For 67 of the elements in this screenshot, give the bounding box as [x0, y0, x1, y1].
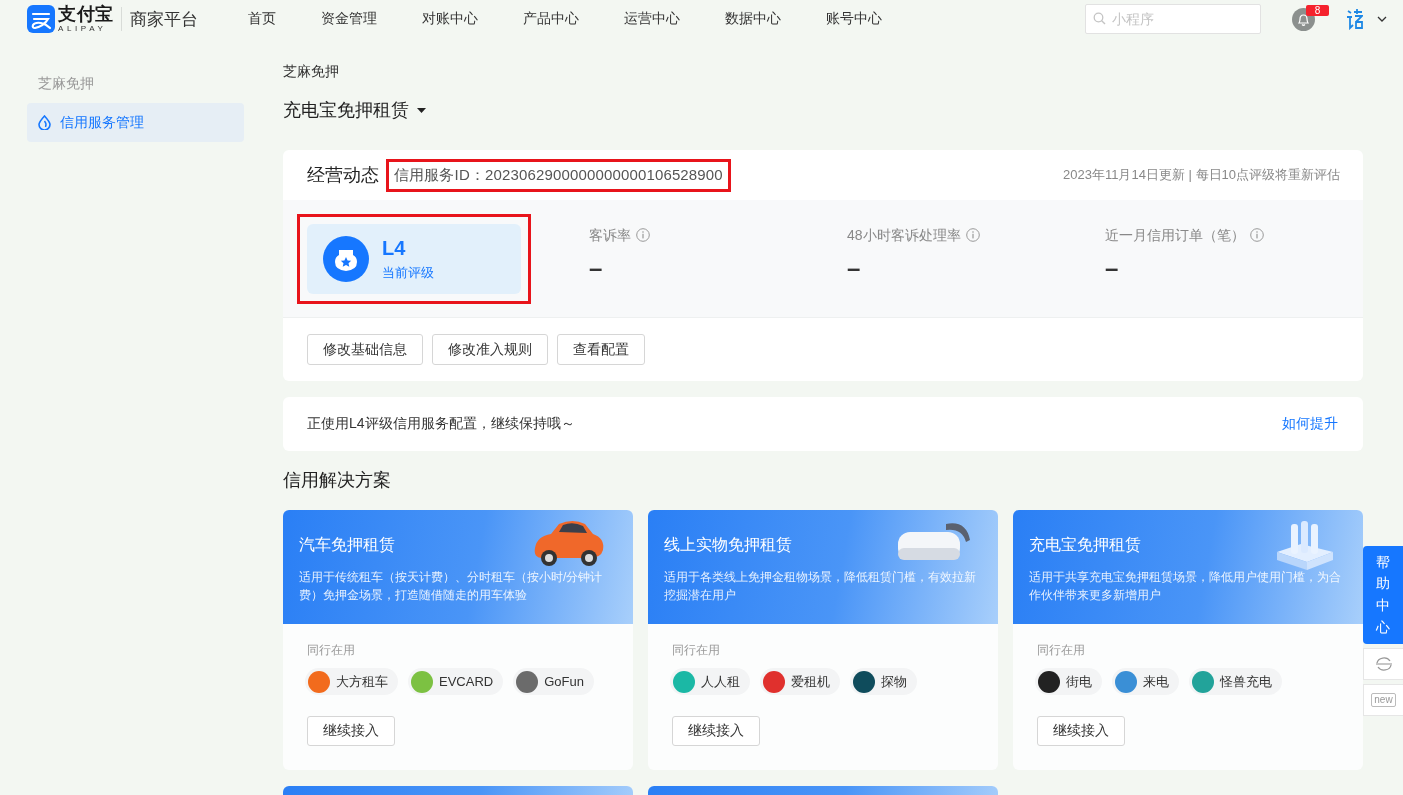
peer-name: 街电 — [1066, 672, 1092, 691]
metric-value: – — [589, 253, 603, 283]
nav-item[interactable]: 资金管理 — [320, 10, 377, 28]
action-button[interactable]: 查看配置 — [557, 334, 645, 365]
peer-name: 人人租 — [701, 672, 740, 691]
sidebar-item[interactable]: 信用服务管理 — [27, 103, 244, 142]
logo-icon — [27, 5, 55, 33]
improve-link[interactable]: 如何提升 — [1282, 415, 1338, 433]
metric-label: 近一月信用订单（笔） — [1105, 226, 1245, 245]
solution-description: 适用于传统租车（按天计费）、分时租车（按小时/分钟计费）免押金场景，打造随借随走的用车体验 — [299, 569, 604, 604]
peer-name: 爱租机 — [791, 672, 830, 691]
card-title: 经营动态 — [307, 164, 379, 187]
metric-value: – — [847, 253, 861, 283]
drop-icon — [38, 115, 51, 130]
metric-label: 48小时客诉处理率 — [847, 226, 961, 245]
continue-button[interactable]: 继续接入 — [1037, 716, 1125, 746]
circled-line-icon — [1374, 656, 1393, 672]
platform-title: 商家平台 — [129, 8, 198, 31]
peer-name: 怪兽充电 — [1220, 672, 1272, 691]
notice-text: 正使用L4评级信用服务配置，继续保持哦～ — [307, 415, 575, 433]
peer-name: 来电 — [1143, 672, 1169, 691]
solution-title: 线上实物免押租赁 — [664, 535, 793, 555]
search-icon — [1093, 12, 1106, 25]
nav-item[interactable]: 运营中心 — [623, 10, 680, 28]
breadcrumb: 芝麻免押 — [283, 62, 340, 81]
search-field[interactable]: 小程序 — [1085, 4, 1261, 34]
page-title[interactable]: 充电宝免押租赁 — [283, 97, 409, 123]
help-center-button[interactable]: 帮助中心 — [1363, 546, 1403, 644]
info-icon[interactable] — [965, 228, 980, 242]
logo-subtitle: ALIPAY — [58, 24, 107, 33]
section-title: 信用解决方案 — [283, 469, 392, 491]
peers-label: 同行在用 — [671, 642, 721, 659]
rating-caption: 当前评级 — [382, 263, 434, 282]
metric-label: 客诉率 — [589, 226, 631, 245]
notification-badge: 8 — [1306, 4, 1329, 16]
continue-button[interactable]: 继续接入 — [307, 716, 395, 746]
sidebar-group-label: 芝麻免押 — [37, 74, 95, 93]
peer-name: GoFun — [544, 674, 584, 689]
peer-name: 大方租车 — [336, 672, 388, 691]
peers-label: 同行在用 — [306, 642, 356, 659]
logo-title: 支付宝 — [58, 5, 114, 24]
solution-description: 适用于共享充电宝免押租赁场景，降低用户使用门槛，为合作伙伴带来更多新增用户 — [1029, 569, 1342, 604]
chevron-down-icon[interactable] — [1377, 16, 1387, 22]
nav-item[interactable]: 产品中心 — [522, 10, 579, 28]
solution-title: 充电宝免押租赁 — [1029, 535, 1142, 555]
solution-title: 汽车免押租赁 — [299, 535, 396, 555]
nav-item[interactable]: 首页 — [247, 10, 276, 28]
dock-button[interactable] — [1363, 648, 1403, 680]
peers-label: 同行在用 — [1036, 642, 1086, 659]
peer-name: 探物 — [881, 672, 907, 691]
caret-icon[interactable] — [417, 107, 426, 113]
peer-name: EVCARD — [439, 674, 494, 689]
nav-item[interactable]: 数据中心 — [724, 10, 781, 28]
metric-value: – — [1105, 253, 1119, 283]
rating-level: L4 — [382, 235, 407, 260]
continue-button[interactable]: 继续接入 — [672, 716, 760, 746]
action-button[interactable]: 修改基础信息 — [307, 334, 423, 365]
action-button[interactable]: 修改准入规则 — [432, 334, 548, 365]
nav-item[interactable]: 对账中心 — [421, 10, 478, 28]
service-id: 信用服务ID：2023062900000000000106528900 — [394, 165, 723, 185]
info-icon[interactable] — [636, 228, 650, 242]
solution-description: 适用于各类线上免押金租物场景，降低租赁门槛，有效拉新挖掘潜在用户 — [664, 569, 977, 604]
user-logo-icon[interactable] — [1346, 8, 1363, 30]
new-badge: new — [1371, 693, 1396, 707]
info-icon[interactable] — [1250, 228, 1264, 242]
nav-item[interactable]: 账号中心 — [825, 10, 882, 28]
update-note: 2023年11月14日更新 | 每日10点评级将重新评估 — [1063, 166, 1340, 184]
